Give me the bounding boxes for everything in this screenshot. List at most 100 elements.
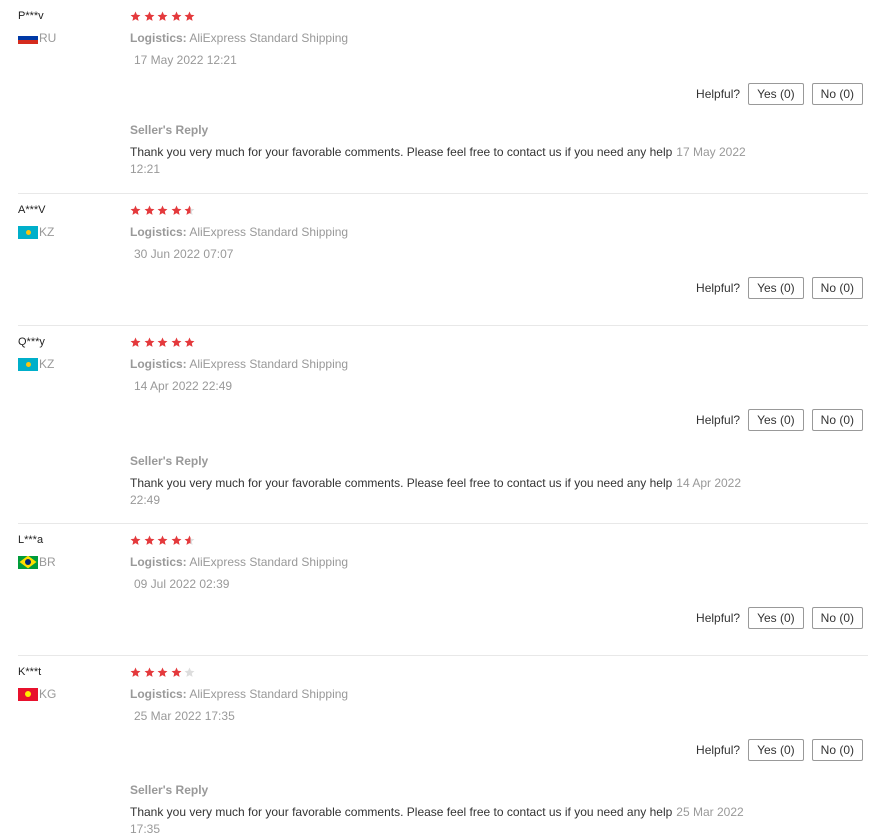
helpful-no-button[interactable]: No (0) [811, 409, 863, 431]
reviewer-name: A***V [18, 204, 46, 216]
seller-reply: Seller's Reply Thank you very much for y… [130, 454, 750, 509]
star-icon [157, 337, 168, 347]
star-rating [130, 533, 750, 548]
helpful-yes-button[interactable]: Yes (0) [748, 83, 804, 105]
logistics-info: Logistics: AliExpress Standard Shipping [130, 555, 750, 570]
seller-reply-title: Seller's Reply [130, 454, 209, 468]
star-icon [157, 535, 168, 545]
helpful-yes-button[interactable]: Yes (0) [748, 409, 804, 431]
helpful-no-button[interactable]: No (0) [811, 83, 863, 105]
star-icon [171, 11, 181, 21]
logistics-value: AliExpress Standard Shipping [189, 31, 349, 45]
country-code: KZ [39, 225, 55, 239]
seller-reply-title: Seller's Reply [130, 123, 209, 137]
review-item: Q***y KZ Logistics: AliExpress Standard … [18, 326, 868, 524]
logistics-label: Logistics: [130, 555, 187, 569]
review-date: 14 Apr 2022 22:49 [134, 379, 233, 393]
seller-reply-title: Seller's Reply [130, 783, 209, 797]
helpful-no-button[interactable]: No (0) [811, 607, 863, 629]
star-icon [157, 11, 168, 21]
review-content: Logistics: AliExpress Standard Shipping … [130, 335, 750, 394]
helpful-vote: Helpful? Yes (0) No (0) [696, 83, 863, 105]
kz-flag-icon [18, 225, 38, 239]
star-icon [157, 205, 168, 215]
helpful-no-button[interactable]: No (0) [811, 739, 863, 761]
reviewer-name: P***v [18, 10, 44, 22]
logistics-info: Logistics: AliExpress Standard Shipping [130, 225, 750, 240]
star-icon [171, 667, 181, 677]
review-date: 17 May 2022 12:21 [134, 53, 237, 67]
kg-flag-icon [18, 687, 38, 701]
seller-reply-message: Thank you very much for your favorable c… [130, 145, 673, 159]
reviewer-country: BR [18, 555, 118, 569]
review-content: Logistics: AliExpress Standard Shipping … [130, 665, 750, 724]
country-code: KZ [39, 357, 55, 371]
logistics-label: Logistics: [130, 31, 187, 45]
logistics-label: Logistics: [130, 357, 187, 371]
helpful-label: Helpful? [696, 281, 741, 295]
star-rating [130, 203, 750, 218]
review-item: A***V KZ Logistics: AliExpress Standard … [18, 194, 868, 326]
helpful-yes-button[interactable]: Yes (0) [748, 739, 804, 761]
star-icon [130, 535, 141, 545]
review-content: Logistics: AliExpress Standard Shipping … [130, 9, 750, 68]
country-code: BR [39, 555, 56, 569]
star-rating [130, 335, 750, 350]
review-list: P***v RU Logistics: AliExpress Standard … [0, 0, 892, 836]
reviewer-country: KZ [18, 357, 118, 371]
helpful-vote: Helpful? Yes (0) No (0) [696, 739, 863, 761]
review-content: Logistics: AliExpress Standard Shipping … [130, 203, 750, 262]
star-icon [144, 205, 154, 215]
helpful-no-button[interactable]: No (0) [811, 277, 863, 299]
star-icon [144, 337, 154, 347]
star-icon [130, 205, 141, 215]
logistics-value: AliExpress Standard Shipping [189, 555, 349, 569]
seller-reply-text: Thank you very much for your favorable c… [130, 475, 750, 509]
helpful-label: Helpful? [696, 611, 741, 625]
helpful-label: Helpful? [696, 743, 741, 757]
logistics-info: Logistics: AliExpress Standard Shipping [130, 687, 750, 702]
helpful-vote: Helpful? Yes (0) No (0) [696, 607, 863, 629]
star-icon [144, 535, 154, 545]
reviewer-country: KG [18, 687, 118, 701]
star-rating [130, 9, 750, 24]
country-code: RU [39, 31, 57, 45]
helpful-vote: Helpful? Yes (0) No (0) [696, 409, 863, 431]
reviewer-name: K***t [18, 666, 42, 678]
star-icon [157, 667, 168, 677]
reviewer-info: A***V KZ [18, 203, 118, 239]
star-icon [171, 535, 181, 545]
helpful-label: Helpful? [696, 87, 741, 101]
star-icon [144, 11, 154, 21]
reviewer-info: Q***y KZ [18, 335, 118, 371]
review-date: 30 Jun 2022 07:07 [134, 247, 234, 261]
star-icon [144, 667, 154, 677]
reviewer-name: Q***y [18, 336, 45, 348]
star-icon [184, 667, 195, 677]
helpful-vote: Helpful? Yes (0) No (0) [696, 277, 863, 299]
reviewer-country: RU [18, 31, 118, 45]
star-icon [171, 337, 181, 347]
helpful-yes-button[interactable]: Yes (0) [748, 607, 804, 629]
star-icon [130, 337, 141, 347]
reviewer-info: P***v RU [18, 9, 118, 45]
helpful-yes-button[interactable]: Yes (0) [748, 277, 804, 299]
reviewer-info: L***a BR [18, 533, 118, 569]
seller-reply-message: Thank you very much for your favorable c… [130, 476, 673, 490]
seller-reply-text: Thank you very much for your favorable c… [130, 804, 750, 838]
br-flag-icon [18, 555, 38, 569]
star-icon [130, 11, 141, 21]
logistics-value: AliExpress Standard Shipping [189, 225, 349, 239]
reviewer-info: K***t KG [18, 665, 118, 701]
seller-reply-message: Thank you very much for your favorable c… [130, 805, 673, 819]
star-icon [130, 667, 141, 677]
review-item: P***v RU Logistics: AliExpress Standard … [18, 0, 868, 194]
logistics-label: Logistics: [130, 687, 187, 701]
star-icon [184, 205, 195, 215]
star-icon [184, 11, 195, 21]
seller-reply: Seller's Reply Thank you very much for y… [130, 783, 750, 838]
country-code: KG [39, 687, 57, 701]
star-icon [184, 535, 195, 545]
reviewer-country: KZ [18, 225, 118, 239]
review-item: L***a BR Logistics: AliExpress Standard … [18, 524, 868, 656]
